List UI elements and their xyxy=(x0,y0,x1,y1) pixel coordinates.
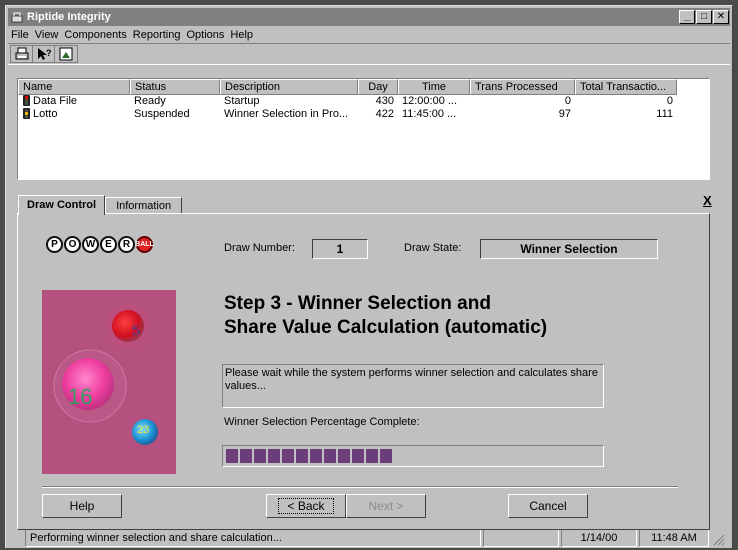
row-status: Suspended xyxy=(134,108,190,120)
col-header-name[interactable]: Name xyxy=(18,79,130,95)
back-button-label: < Back xyxy=(278,498,334,514)
row-trans-processed: 97 xyxy=(558,108,571,120)
resize-grip-icon[interactable] xyxy=(711,529,725,547)
row-name: Data File xyxy=(33,95,78,107)
row-total-transactions: 0 xyxy=(666,95,673,107)
ball-number: 23 xyxy=(137,424,149,436)
draw-number-field: 1 xyxy=(312,239,368,259)
toolbar: ? xyxy=(8,43,730,65)
progress-label: Winner Selection Percentage Complete: xyxy=(224,416,420,428)
menu-file[interactable]: File xyxy=(11,29,29,41)
yellow-lamp-icon xyxy=(22,108,31,119)
logo-letter: P xyxy=(46,236,63,253)
cancel-button[interactable]: Cancel xyxy=(508,494,588,518)
menu-help[interactable]: Help xyxy=(230,29,253,41)
context-help-icon[interactable]: ? xyxy=(33,46,55,62)
row-time: 12:00:00 ... xyxy=(402,95,458,107)
draw-control-panel: P O W E R BALL Draw Number: 1 Draw State… xyxy=(17,213,710,530)
exit-icon[interactable] xyxy=(55,46,77,62)
toolbar-group: ? xyxy=(10,45,78,63)
ball-number: 5 xyxy=(132,322,140,338)
status-blank xyxy=(483,529,559,547)
logo-letter: R xyxy=(118,236,135,253)
red-lamp-icon xyxy=(22,95,31,106)
maximize-button[interactable]: □ xyxy=(696,10,712,24)
progress-block xyxy=(268,449,280,463)
draw-state-field: Winner Selection xyxy=(480,239,658,259)
col-header-trans-processed[interactable]: Trans Processed xyxy=(470,79,575,95)
row-day: 422 xyxy=(375,108,394,120)
print-icon[interactable] xyxy=(11,46,33,62)
col-header-status[interactable]: Status xyxy=(130,79,220,95)
status-bar: Performing winner selection and share ca… xyxy=(25,529,730,549)
step-heading-line1: Step 3 - Winner Selection and xyxy=(224,293,491,314)
progress-block xyxy=(296,449,308,463)
progress-block xyxy=(226,449,238,463)
close-window-button[interactable]: ✕ xyxy=(713,10,729,24)
button-divider xyxy=(42,486,678,488)
progress-block xyxy=(282,449,294,463)
col-header-day[interactable]: Day xyxy=(358,79,398,95)
list-header: Name Status Description Day Time Trans P… xyxy=(18,79,709,95)
progress-block xyxy=(380,449,392,463)
help-button[interactable]: Help xyxy=(42,494,122,518)
step-heading: Step 3 - Winner Selection and Share Valu… xyxy=(224,292,694,340)
status-message: Performing winner selection and share ca… xyxy=(25,529,481,547)
minimize-button[interactable]: _ xyxy=(679,10,695,24)
status-time: 11:48 AM xyxy=(639,529,709,547)
row-day: 430 xyxy=(375,95,394,107)
row-name: Lotto xyxy=(33,108,58,120)
menu-components[interactable]: Components xyxy=(64,29,126,41)
table-row[interactable]: Lotto Suspended Winner Selection in Pro.… xyxy=(18,108,709,121)
menu-reporting[interactable]: Reporting xyxy=(133,29,181,41)
draw-state-label: Draw State: xyxy=(404,242,462,254)
tab-information[interactable]: Information xyxy=(105,197,183,214)
table-row[interactable]: Data File Ready Startup 430 12:00:00 ...… xyxy=(18,95,709,108)
row-description: Winner Selection in Pro... xyxy=(224,108,349,120)
progress-block xyxy=(240,449,252,463)
menu-options[interactable]: Options xyxy=(186,29,224,41)
lottery-balls-image: 5 16 23 xyxy=(42,290,176,474)
progress-block xyxy=(310,449,322,463)
powerball-logo: P O W E R BALL xyxy=(46,236,154,253)
row-time: 11:45:00 ... xyxy=(402,108,457,120)
tab-strip: Draw Control Information xyxy=(18,195,183,215)
status-date: 1/14/00 xyxy=(561,529,637,547)
app-icon xyxy=(11,11,23,23)
row-description: Startup xyxy=(224,95,260,107)
progress-block xyxy=(352,449,364,463)
logo-letter: O xyxy=(64,236,81,253)
next-button[interactable]: Next > xyxy=(346,494,426,518)
col-header-description[interactable]: Description xyxy=(220,79,358,95)
logo-letter: W xyxy=(82,236,99,253)
progress-block xyxy=(324,449,336,463)
info-message: Please wait while the system performs wi… xyxy=(222,364,604,408)
draw-number-label: Draw Number: xyxy=(224,242,295,254)
row-total-transactions: 111 xyxy=(656,108,673,120)
progress-block xyxy=(254,449,266,463)
progress-block xyxy=(338,449,350,463)
menu-view[interactable]: View xyxy=(35,29,59,41)
progress-fill xyxy=(226,449,600,463)
ball-number: 16 xyxy=(68,384,92,409)
step-heading-line2: Share Value Calculation (automatic) xyxy=(224,317,548,338)
row-trans-processed: 0 xyxy=(564,95,571,107)
logo-letter: E xyxy=(100,236,117,253)
component-list[interactable]: Name Status Description Day Time Trans P… xyxy=(17,78,710,180)
progress-block xyxy=(366,449,378,463)
svg-text:?: ? xyxy=(46,48,52,58)
menu-bar: File View Components Reporting Options H… xyxy=(6,26,732,43)
title-bar[interactable]: Riptide Integrity _ □ ✕ xyxy=(8,8,730,26)
back-button[interactable]: < Back xyxy=(266,494,346,518)
row-status: Ready xyxy=(134,95,166,107)
col-header-time[interactable]: Time xyxy=(398,79,470,95)
winner-selection-progress xyxy=(222,445,604,467)
tab-draw-control[interactable]: Draw Control xyxy=(18,195,106,215)
window-title: Riptide Integrity xyxy=(27,11,111,23)
logo-letter: BALL xyxy=(135,236,154,253)
close-panel-button[interactable]: X xyxy=(703,193,712,208)
col-header-total-transactions[interactable]: Total Transactio... xyxy=(575,79,677,95)
